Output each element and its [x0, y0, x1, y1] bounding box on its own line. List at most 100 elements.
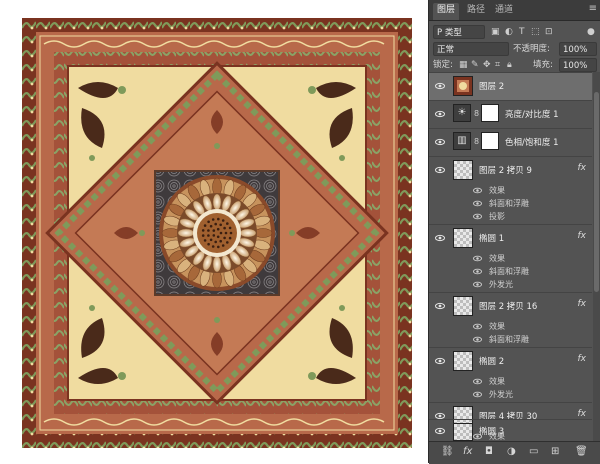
blend-mode-select[interactable]: 正常 — [433, 42, 509, 56]
lock-artboard-icon[interactable]: ⌗ — [495, 58, 500, 72]
effect-name: 外发光 — [489, 280, 513, 289]
lock-label: 锁定: — [433, 60, 453, 70]
fill-input[interactable]: 100% — [559, 58, 597, 72]
scrollbar-thumb[interactable] — [594, 92, 599, 292]
seed-dot — [212, 229, 216, 232]
eye-icon[interactable] — [473, 267, 482, 276]
layers-scrollbar[interactable] — [593, 72, 600, 441]
eye-icon[interactable] — [435, 165, 445, 175]
seed-dot — [207, 220, 210, 224]
layer-row[interactable]: 椭圆 1 fx — [429, 224, 592, 252]
fx-icon[interactable]: fx — [578, 299, 587, 309]
layer-row[interactable]: ▥ 8 色相/饱和度 1 — [429, 128, 592, 156]
layer-thumbnail — [453, 228, 473, 248]
eye-icon[interactable] — [473, 280, 482, 289]
filter-shape-icon[interactable]: ⬚ — [531, 25, 540, 39]
lock-transparent-icon[interactable]: ▦ — [459, 58, 468, 72]
link-icon: 8 — [474, 137, 480, 146]
layer-row[interactable]: 图层 2 拷贝 16 fx — [429, 292, 592, 320]
trash-icon[interactable]: 🗑︎ — [575, 446, 588, 457]
layer-name: 亮度/对比度 1 — [505, 110, 559, 120]
tab-paths[interactable]: 路径 — [463, 3, 489, 18]
layer-row[interactable]: 图层 2 — [429, 72, 592, 100]
eye-icon[interactable] — [473, 212, 482, 221]
effect-item[interactable]: 外发光 — [429, 388, 592, 401]
seed-dot — [203, 224, 207, 227]
seed-dot — [226, 222, 229, 225]
eye-icon[interactable] — [435, 301, 445, 311]
eye-icon[interactable] — [473, 335, 482, 344]
effects-label: 效果 — [489, 377, 505, 386]
effect-item[interactable]: 斜面和浮雕 — [429, 197, 592, 210]
seed-dot — [223, 226, 226, 230]
seed-dot — [217, 217, 220, 221]
filter-adjustment-icon[interactable]: ◐ — [505, 25, 513, 39]
filter-smart-object-icon[interactable]: ⊡ — [545, 25, 553, 39]
effect-item[interactable]: 外发光 — [429, 278, 592, 291]
eye-icon[interactable] — [435, 356, 445, 366]
panel-bottom-bar: ⛓ fx ◘ ◑ ▭ ⊞ 🗑︎ — [429, 441, 600, 464]
add-mask-icon[interactable]: ◘ — [485, 446, 493, 457]
fx-icon[interactable]: fx — [578, 231, 587, 241]
fx-icon[interactable]: fx — [578, 409, 587, 419]
eye-icon[interactable] — [473, 254, 482, 263]
opacity-label: 不透明度: — [513, 44, 550, 54]
eye-icon[interactable] — [435, 137, 445, 147]
new-layer-icon[interactable]: ⊞ — [551, 446, 559, 457]
seed-dot — [226, 241, 229, 244]
layer-row[interactable]: 椭圆 2 fx — [429, 347, 592, 375]
panel-menu-icon[interactable]: ≡ — [589, 3, 597, 14]
tab-layers[interactable]: 图层 — [433, 3, 460, 20]
eye-icon[interactable] — [473, 377, 482, 386]
eye-icon[interactable] — [435, 81, 445, 91]
eye-icon[interactable] — [473, 390, 482, 399]
seed-dot — [201, 234, 205, 237]
seed-dot — [211, 245, 215, 248]
seed-dot — [223, 236, 226, 240]
add-style-fx-icon[interactable]: fx — [463, 446, 472, 457]
layer-row[interactable]: 图层 2 拷贝 9 fx — [429, 156, 592, 184]
layers-panel: 图层 路径 通道 ≡ P 类型 ▣ ◐ T ⬚ ⊡ ● 正常 不透明度: 100… — [428, 0, 600, 464]
eye-icon[interactable] — [435, 109, 445, 119]
eye-icon[interactable] — [435, 426, 445, 436]
lock-image-icon[interactable]: ✎ — [471, 58, 479, 72]
eye-icon[interactable] — [473, 322, 482, 331]
link-layers-icon[interactable]: ⛓ — [441, 446, 454, 457]
lock-all-icon[interactable]: 🔒︎ — [507, 58, 512, 72]
seed-dot — [221, 244, 225, 247]
filter-pixel-icon[interactable]: ▣ — [491, 25, 500, 39]
effect-item[interactable]: 投影 — [429, 210, 592, 223]
new-group-folder-icon[interactable]: ▭ — [529, 446, 538, 457]
effects-label: 效果 — [489, 322, 505, 331]
layer-name: 图层 2 拷贝 9 — [479, 166, 532, 176]
filter-type-icon[interactable]: T — [519, 25, 525, 39]
effect-name: 斜面和浮雕 — [489, 335, 529, 344]
panel-tabs: 图层 路径 通道 ≡ — [429, 0, 600, 21]
opacity-input[interactable]: 100% — [559, 42, 597, 56]
filter-kind-select[interactable]: P 类型 — [433, 25, 485, 39]
filter-toggle-icon[interactable]: ● — [587, 25, 595, 39]
effects-group: 效果 — [429, 320, 592, 333]
layer-thumbnail — [453, 76, 473, 96]
tab-channels[interactable]: 通道 — [491, 3, 517, 18]
document-canvas[interactable] — [0, 0, 428, 463]
layer-thumbnail — [453, 296, 473, 316]
fx-icon[interactable]: fx — [578, 163, 587, 173]
lock-position-icon[interactable]: ✥ — [483, 58, 491, 72]
layer-mask-thumbnail[interactable] — [481, 104, 499, 122]
effect-item[interactable]: 斜面和浮雕 — [429, 265, 592, 278]
fx-icon[interactable]: fx — [578, 354, 587, 364]
eye-icon[interactable] — [473, 186, 482, 195]
effect-item[interactable]: 斜面和浮雕 — [429, 333, 592, 346]
seed-dot — [211, 218, 215, 221]
eye-icon[interactable] — [435, 233, 445, 243]
eye-icon[interactable] — [473, 199, 482, 208]
layer-row[interactable]: ☀ 8 亮度/对比度 1 — [429, 100, 592, 128]
adjustment-layer-icon[interactable]: ◑ — [507, 446, 516, 457]
carpet-artwork — [22, 18, 412, 448]
layer-mask-thumbnail[interactable] — [481, 132, 499, 150]
layer-name: 图层 2 拷贝 16 — [479, 302, 538, 312]
seed-dot — [207, 242, 210, 246]
layer-row[interactable]: 椭圆 3 — [429, 419, 592, 441]
layer-thumbnail — [453, 351, 473, 371]
